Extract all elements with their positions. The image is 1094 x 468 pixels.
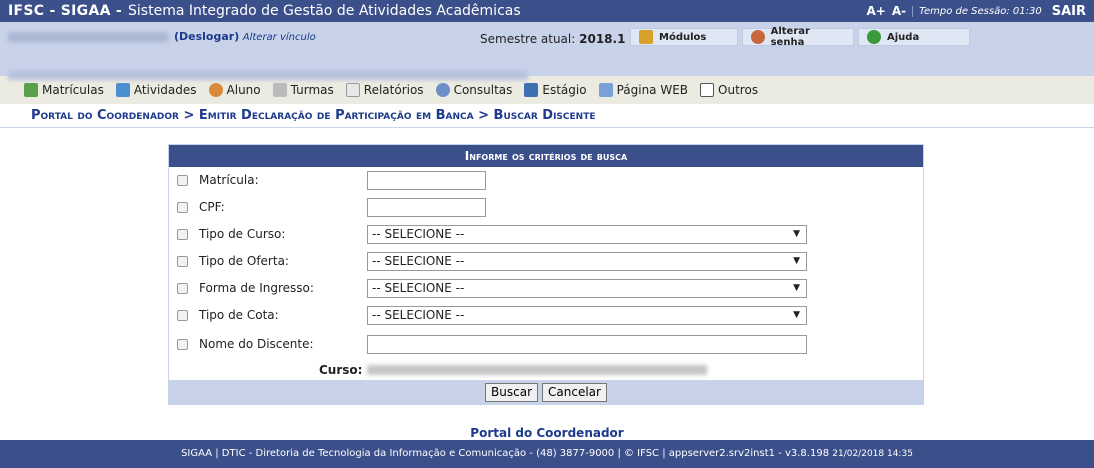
matricula-checkbox[interactable]: [177, 175, 188, 186]
tipo-curso-row: Tipo de Curso: -- SELECIONE -- ▼: [169, 221, 923, 248]
top-header: IFSC - SIGAA - Sistema Integrado de Gest…: [0, 0, 1094, 22]
menu-relatorios[interactable]: Relatórios: [345, 83, 424, 97]
menu-estagio[interactable]: Estágio: [524, 83, 587, 97]
ajuda-button[interactable]: Ajuda: [858, 28, 970, 46]
web-icon: [598, 83, 613, 97]
breadcrumb: Portal do Coordenador > Emitir Declaraçã…: [0, 104, 1094, 128]
dropdown-arrow-icon: ▼: [793, 283, 800, 293]
ajuda-label: Ajuda: [887, 31, 920, 43]
deslogar-link[interactable]: (Deslogar): [174, 30, 239, 43]
footer-timestamp: 21/02/2018 14:35: [832, 449, 913, 459]
tipo-cota-row: Tipo de Cota: -- SELECIONE -- ▼: [169, 302, 923, 329]
curso-value-blurred: [367, 365, 707, 375]
cancelar-button[interactable]: Cancelar: [542, 382, 607, 402]
menu-outros[interactable]: Outros: [700, 83, 758, 97]
cpf-checkbox[interactable]: [177, 202, 188, 213]
tipo-cota-select[interactable]: -- SELECIONE -- ▼: [367, 306, 807, 325]
forma-ingresso-row: Forma de Ingresso: -- SELECIONE -- ▼: [169, 275, 923, 302]
alterar-senha-label: Alterar senha: [770, 26, 810, 48]
search-caption: Informe os critérios de busca: [169, 145, 923, 167]
curso-row: Curso:: [169, 360, 923, 380]
dropdown-arrow-icon: ▼: [793, 256, 800, 266]
tipo-cota-label: Tipo de Cota:: [199, 308, 279, 322]
user-key-icon: [751, 30, 765, 44]
nome-discente-checkbox[interactable]: [177, 339, 188, 350]
main-menu: Matrículas Atividades Aluno Turmas Relat…: [0, 76, 1094, 104]
font-decrease-button[interactable]: A-: [892, 4, 906, 18]
forma-ingresso-checkbox[interactable]: [177, 283, 188, 294]
menu-turmas[interactable]: Turmas: [272, 83, 334, 97]
menu-atividades[interactable]: Atividades: [115, 83, 197, 97]
tipo-oferta-select[interactable]: -- SELECIONE -- ▼: [367, 252, 807, 271]
dropdown-arrow-icon: ▼: [793, 229, 800, 239]
portal-coordenador-link[interactable]: Portal do Coordenador: [0, 426, 1094, 440]
turmas-icon: [272, 83, 287, 97]
footer: SIGAA | DTIC - Diretoria de Tecnologia d…: [0, 440, 1094, 468]
logout-button[interactable]: SAIR: [1052, 4, 1086, 19]
tipo-curso-label: Tipo de Curso:: [199, 227, 286, 241]
semestre-info: Semestre atual: 2018.1: [480, 32, 625, 46]
cpf-input[interactable]: [367, 198, 486, 217]
form-actions: Buscar Cancelar: [169, 380, 923, 404]
matricula-row: Matrícula:: [169, 167, 923, 194]
semestre-label: Semestre atual:: [480, 32, 576, 46]
search-icon: [435, 83, 450, 97]
curso-label: Curso:: [319, 363, 363, 377]
nome-discente-label: Nome do Discente:: [199, 337, 314, 351]
box-icon: [639, 30, 653, 44]
tipo-oferta-checkbox[interactable]: [177, 256, 188, 267]
modulos-button[interactable]: Módulos: [630, 28, 738, 46]
modulos-label: Módulos: [659, 31, 707, 43]
tipo-oferta-label: Tipo de Oferta:: [199, 254, 289, 268]
system-name: Sistema Integrado de Gestão de Atividade…: [128, 3, 521, 19]
search-panel: Informe os critérios de busca Matrícula:…: [168, 144, 924, 405]
semestre-value: 2018.1: [579, 32, 626, 46]
user-links: (Deslogar) Alterar vínculo: [174, 30, 316, 43]
menu-pagina-web[interactable]: Página WEB: [598, 83, 688, 97]
cpf-label: CPF:: [199, 200, 225, 214]
menu-aluno[interactable]: Aluno: [208, 83, 261, 97]
user-info-blurred: [8, 70, 528, 80]
estagio-icon: [524, 83, 539, 97]
nome-discente-input[interactable]: [367, 335, 807, 354]
aluno-icon: [208, 83, 223, 97]
tipo-curso-select[interactable]: -- SELECIONE -- ▼: [367, 225, 807, 244]
matricula-input[interactable]: [367, 171, 486, 190]
menu-consultas[interactable]: Consultas: [435, 83, 512, 97]
atividades-icon: [115, 83, 130, 97]
alterar-vinculo-link[interactable]: Alterar vínculo: [243, 32, 316, 43]
alterar-senha-button[interactable]: Alterar senha: [742, 26, 854, 48]
header-right: A+ A- Tempo de Sessão: 01:30 SAIR: [866, 4, 1086, 19]
user-bar: (Deslogar) Alterar vínculo Semestre atua…: [0, 22, 1094, 80]
forma-ingresso-select[interactable]: -- SELECIONE -- ▼: [367, 279, 807, 298]
buscar-button[interactable]: Buscar: [485, 382, 539, 402]
help-icon: [867, 30, 881, 44]
brand-title: IFSC - SIGAA -: [8, 3, 123, 19]
matricula-label: Matrícula:: [199, 173, 259, 187]
forma-ingresso-label: Forma de Ingresso:: [199, 281, 314, 295]
user-name-blurred: [8, 32, 168, 42]
session-timer: Tempo de Sessão: 01:30: [912, 5, 1042, 17]
footer-text: SIGAA | DTIC - Diretoria de Tecnologia d…: [181, 448, 830, 459]
cpf-row: CPF:: [169, 194, 923, 221]
font-increase-button[interactable]: A+: [866, 4, 885, 18]
tipo-cota-checkbox[interactable]: [177, 310, 188, 321]
matriculas-icon: [24, 83, 38, 97]
relatorios-icon: [345, 83, 360, 97]
tipo-curso-checkbox[interactable]: [177, 229, 188, 240]
tipo-oferta-row: Tipo de Oferta: -- SELECIONE -- ▼: [169, 248, 923, 275]
nome-discente-row: Nome do Discente:: [169, 329, 923, 360]
phone-icon: [700, 83, 715, 97]
dropdown-arrow-icon: ▼: [793, 310, 800, 320]
menu-matriculas[interactable]: Matrículas: [24, 83, 104, 97]
